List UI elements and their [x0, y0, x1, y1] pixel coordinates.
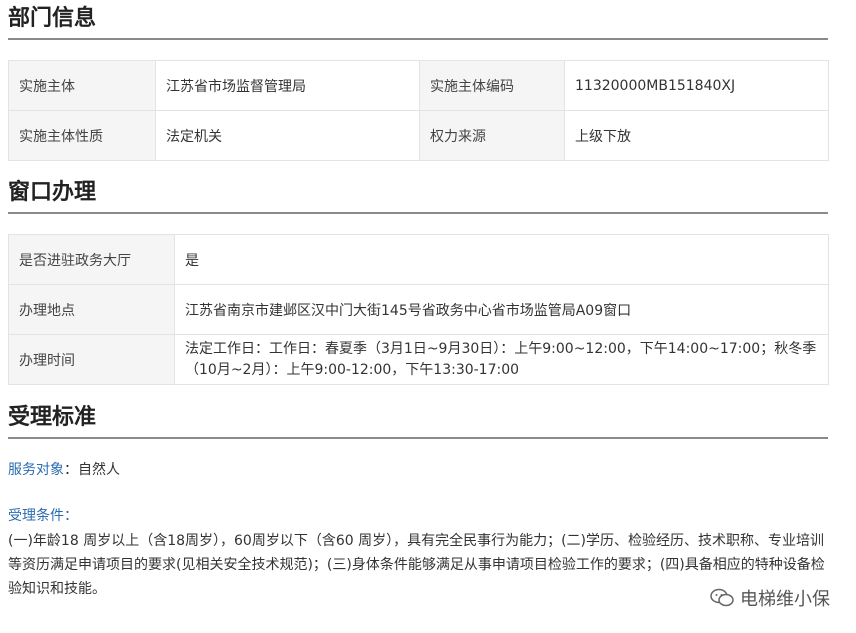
cell-value: 11320000MB151840XJ: [564, 60, 829, 111]
cell-value: 江苏省市场监督管理局: [155, 60, 420, 111]
cell-key: 是否进驻政务大厅: [8, 234, 175, 285]
watermark-text: 电梯维小保: [740, 589, 830, 610]
conditions-label-text: 受理条件：: [8, 508, 78, 524]
cell-key: 实施主体性质: [8, 110, 156, 161]
cell-value: 是: [174, 234, 829, 285]
section-title-dept: 部门信息: [8, 4, 828, 40]
table-row: 是否进驻政务大厅 是: [8, 234, 829, 285]
section-title-accept: 受理标准: [8, 403, 828, 439]
window-info-table: 是否进驻政务大厅 是 办理地点 江苏省南京市建邺区汉中门大街145号省政务中心省…: [8, 234, 829, 385]
watermark: 电梯维小保: [710, 585, 830, 611]
table-row: 办理地点 江苏省南京市建邺区汉中门大街145号省政务中心省市场监管局A09窗口: [8, 284, 829, 335]
service-target-value: 自然人: [78, 462, 120, 478]
table-row: 实施主体 江苏省市场监督管理局 实施主体编码 11320000MB151840X…: [8, 60, 829, 111]
table-row: 实施主体性质 法定机关 权力来源 上级下放: [8, 110, 829, 161]
cell-value: 江苏省南京市建邺区汉中门大街145号省政务中心省市场监管局A09窗口: [174, 284, 829, 335]
cell-key: 实施主体: [8, 60, 156, 111]
conditions-label: 受理条件：: [8, 504, 833, 528]
service-target-label: 服务对象: [8, 462, 64, 478]
cell-key: 实施主体编码: [419, 60, 565, 111]
table-row: 办理时间 法定工作日：工作日：春夏季（3月1日~9月30日）：上午9:00~12…: [8, 334, 829, 385]
dept-info-table: 实施主体 江苏省市场监督管理局 实施主体编码 11320000MB151840X…: [8, 60, 829, 161]
cell-key: 办理地点: [8, 284, 175, 335]
service-target-sep: ：: [64, 462, 78, 478]
cell-value: 法定工作日：工作日：春夏季（3月1日~9月30日）：上午9:00~12:00，下…: [174, 334, 829, 385]
cell-value: 上级下放: [564, 110, 829, 161]
cell-key: 权力来源: [419, 110, 565, 161]
section-title-window: 窗口办理: [8, 178, 828, 214]
cell-value: 法定机关: [155, 110, 420, 161]
cell-key: 办理时间: [8, 334, 175, 385]
service-target: 服务对象：自然人: [8, 458, 833, 482]
wechat-icon: [710, 588, 734, 607]
